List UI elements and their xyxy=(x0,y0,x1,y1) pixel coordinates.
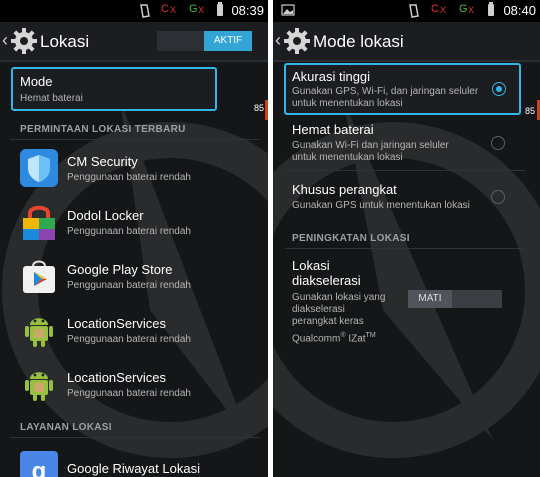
signal-x-label: X xyxy=(440,5,447,15)
signal-c-label: C xyxy=(161,3,169,15)
accelerated-desc-line1: Gunakan lokasi yang xyxy=(292,292,386,303)
accelerated-title-line2: diakselerasi xyxy=(292,273,361,288)
accelerated-title-line1: Lokasi xyxy=(292,258,330,273)
radio-unselected-icon[interactable] xyxy=(491,190,505,204)
trademark-mark: TM xyxy=(365,332,376,339)
page-title: Mode lokasi xyxy=(313,32,404,51)
section-location-enhancement: PENINGKATAN LOKASI xyxy=(292,233,410,244)
accelerated-location-toggle[interactable]: MATI xyxy=(408,290,502,308)
list-item-cm-security[interactable]: CM Security Penggunaan baterai rendah xyxy=(0,141,268,195)
dodol-locker-icon xyxy=(23,205,55,240)
phone-icon xyxy=(409,4,419,18)
clock: 08:39 xyxy=(231,3,264,18)
brand-product: IZat xyxy=(348,333,366,345)
app-name: LocationServices xyxy=(67,316,166,331)
radio-selected-icon[interactable] xyxy=(492,82,506,96)
back-chevron-icon[interactable]: ‹ xyxy=(2,30,8,51)
brand-name: Qualcomm xyxy=(292,333,341,345)
location-settings-screen: C X G X 08:39 ‹ Lokasi AKTIF Mode Hemat xyxy=(0,0,268,477)
app-name: LocationServices xyxy=(67,370,166,385)
app-name: Google Play Store xyxy=(67,262,173,277)
mode-option-title: Hemat baterai xyxy=(292,122,374,137)
signal-x-label: X xyxy=(170,5,177,15)
accelerated-desc-line2: diakselerasi xyxy=(292,304,345,315)
list-item-locationservices-2[interactable]: LocationServices Penggunaan baterai rend… xyxy=(0,357,268,411)
section-divider xyxy=(285,248,525,249)
mode-option-desc-line1: Gunakan GPS, Wi-Fi, dan jaringan seluler xyxy=(292,86,479,97)
list-item-dodol-locker[interactable]: Dodol Locker Penggunaan baterai rendah xyxy=(0,195,268,249)
signal-x2-label: X xyxy=(468,5,475,15)
google-g-icon: g xyxy=(20,451,58,477)
mode-option-desc-line1: Gunakan GPS untuk menentukan lokasi xyxy=(292,200,470,211)
signal-x2-label: X xyxy=(198,5,205,15)
mode-option-battery-saving[interactable]: Hemat baterai Gunakan Wi-Fi dan jaringan… xyxy=(291,122,531,168)
battery-icon xyxy=(488,2,494,16)
cm-security-icon xyxy=(20,149,58,187)
section-divider xyxy=(10,437,260,438)
phone-icon xyxy=(140,4,150,18)
section-location-services: LAYANAN LOKASI xyxy=(20,422,112,433)
clock: 08:40 xyxy=(503,3,536,18)
action-bar: ‹ Mode lokasi xyxy=(273,22,540,62)
page-title: Lokasi xyxy=(40,32,90,51)
image-icon xyxy=(281,4,295,16)
side-number: 85 xyxy=(254,103,265,113)
list-item-locationservices-1[interactable]: LocationServices Penggunaan baterai rend… xyxy=(0,303,268,357)
mode-title: Mode xyxy=(20,74,53,89)
app-usage: Penggunaan baterai rendah xyxy=(67,280,191,291)
app-usage: Penggunaan baterai rendah xyxy=(67,334,191,345)
qualcomm-izat-label: Qualcomm® IZatTM xyxy=(292,330,376,345)
radio-unselected-icon[interactable] xyxy=(491,136,505,150)
list-divider xyxy=(285,170,525,171)
mode-option-desc-line1: Gunakan Wi-Fi dan jaringan seluler xyxy=(292,140,449,151)
section-divider xyxy=(10,139,260,140)
location-toggle[interactable]: AKTIF xyxy=(157,31,252,51)
app-usage: Penggunaan baterai rendah xyxy=(67,172,191,183)
status-bar: C X G X 08:40 xyxy=(273,0,540,22)
mode-subtitle: Hemat baterai xyxy=(20,93,83,104)
action-bar: ‹ Lokasi AKTIF xyxy=(0,22,268,62)
toggle-off-label: MATI xyxy=(408,290,452,308)
app-name: CM Security xyxy=(67,154,138,169)
signal-g-label: G xyxy=(189,3,198,15)
list-item-google-play-store[interactable]: Google Play Store Penggunaan baterai ren… xyxy=(0,249,268,303)
mode-card[interactable]: Mode Hemat baterai xyxy=(11,67,217,111)
signal-g-label: G xyxy=(459,3,468,15)
mode-option-device-only[interactable]: Khusus perangkat Gunakan GPS untuk menen… xyxy=(291,182,531,216)
android-robot-icon xyxy=(25,318,53,347)
list-item-google-location-history[interactable]: g Google Riwayat Lokasi xyxy=(0,443,268,477)
registered-mark: ® xyxy=(340,332,346,339)
settings-gear-icon[interactable] xyxy=(283,27,311,55)
google-play-store-icon xyxy=(23,260,55,293)
battery-icon xyxy=(217,2,223,16)
status-bar: C X G X 08:39 xyxy=(0,0,268,22)
signal-c-label: C xyxy=(431,3,439,15)
section-recent-requests: PERMINTAAN LOKASI TERBARU xyxy=(20,124,186,135)
toggle-on-label: AKTIF xyxy=(204,31,252,51)
app-usage: Penggunaan baterai rendah xyxy=(67,388,191,399)
app-name: Dodol Locker xyxy=(67,208,144,223)
accelerated-desc-line3: perangkat keras xyxy=(292,316,364,327)
svg-text:g: g xyxy=(32,458,47,477)
app-name: Google Riwayat Lokasi xyxy=(67,461,200,476)
mode-option-title: Khusus perangkat xyxy=(292,182,397,197)
android-robot-icon xyxy=(25,372,53,401)
location-mode-screen: C X G X 08:40 ‹ Mode lokasi Akurasi ting… xyxy=(273,0,540,477)
back-chevron-icon[interactable]: ‹ xyxy=(275,30,281,51)
mode-option-desc-line2: untuk menentukan lokasi xyxy=(292,152,403,163)
mode-option-title: Akurasi tinggi xyxy=(292,69,371,84)
app-usage: Penggunaan baterai rendah xyxy=(67,226,191,237)
side-number: 85 xyxy=(525,106,536,116)
mode-option-high-accuracy[interactable]: Akurasi tinggi Gunakan GPS, Wi-Fi, dan j… xyxy=(284,63,521,115)
mode-option-desc-line2: untuk menentukan lokasi xyxy=(292,98,403,109)
settings-gear-icon[interactable] xyxy=(10,27,38,55)
